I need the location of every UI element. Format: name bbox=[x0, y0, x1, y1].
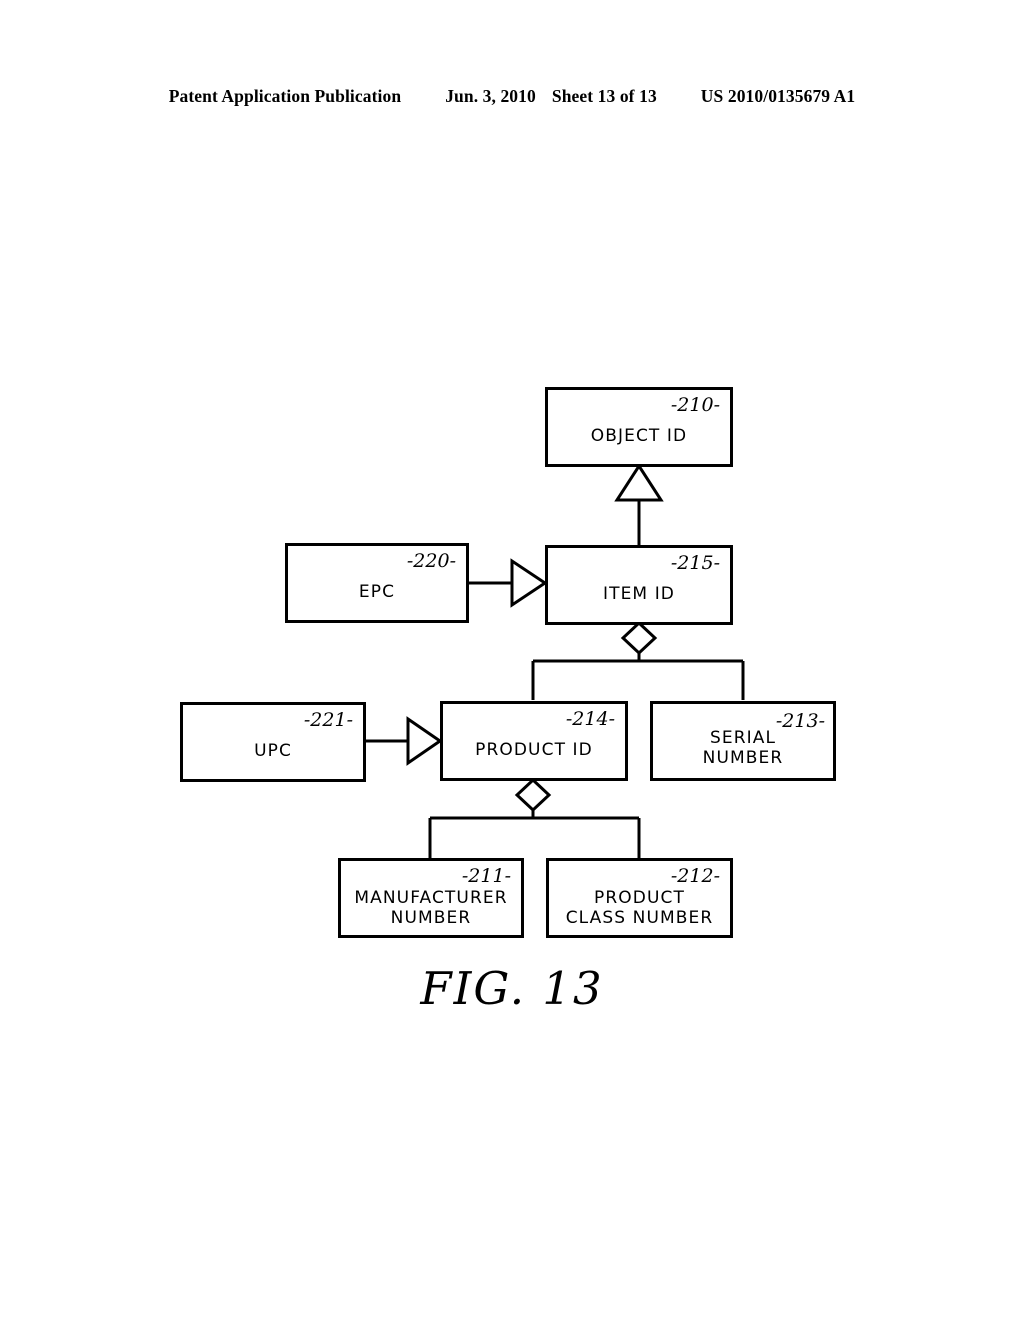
edge-item-id-aggregation bbox=[531, 620, 745, 700]
figure-caption: FIG. 13 bbox=[420, 962, 604, 1015]
edge-product-id-aggregation bbox=[428, 777, 641, 858]
node-ref-220: -220- bbox=[406, 550, 456, 572]
node-label-upc: UPC bbox=[254, 741, 292, 761]
edge-upc-to-product-id bbox=[365, 716, 443, 766]
edge-epc-to-item-id bbox=[468, 558, 548, 608]
node-label-serial-number: SERIAL NUMBER bbox=[702, 728, 784, 769]
node-ref-212: -212- bbox=[670, 865, 720, 887]
diagram-connector-layer bbox=[365, 463, 745, 858]
edge-item-id-to-object-id bbox=[614, 463, 664, 545]
node-label-product-id: PRODUCT ID bbox=[475, 740, 593, 760]
node-product-class-number: -212- PRODUCT CLASS NUMBER bbox=[546, 858, 733, 938]
node-ref-215: -215- bbox=[670, 552, 720, 574]
node-manufacturer-number: -211- MANUFACTURER NUMBER bbox=[338, 858, 524, 938]
node-label-manufacturer-number: MANUFACTURER NUMBER bbox=[354, 888, 508, 929]
node-serial-number: -213- SERIAL NUMBER bbox=[650, 701, 836, 781]
node-epc: -220- EPC bbox=[285, 543, 469, 623]
node-label-epc: EPC bbox=[358, 582, 396, 602]
node-label-object-id: OBJECT ID bbox=[590, 426, 688, 446]
node-ref-214: -214- bbox=[565, 708, 615, 730]
node-product-id: -214- PRODUCT ID bbox=[440, 701, 628, 781]
node-upc: -221- UPC bbox=[180, 702, 366, 782]
node-item-id: -215- ITEM ID bbox=[545, 545, 733, 625]
node-ref-211: -211- bbox=[461, 865, 511, 887]
node-ref-221: -221- bbox=[303, 709, 353, 731]
node-label-item-id: ITEM ID bbox=[602, 584, 675, 604]
node-label-product-class-number: PRODUCT CLASS NUMBER bbox=[565, 888, 714, 929]
node-object-id: -210- OBJECT ID bbox=[545, 387, 733, 467]
node-ref-210: -210- bbox=[670, 394, 720, 416]
